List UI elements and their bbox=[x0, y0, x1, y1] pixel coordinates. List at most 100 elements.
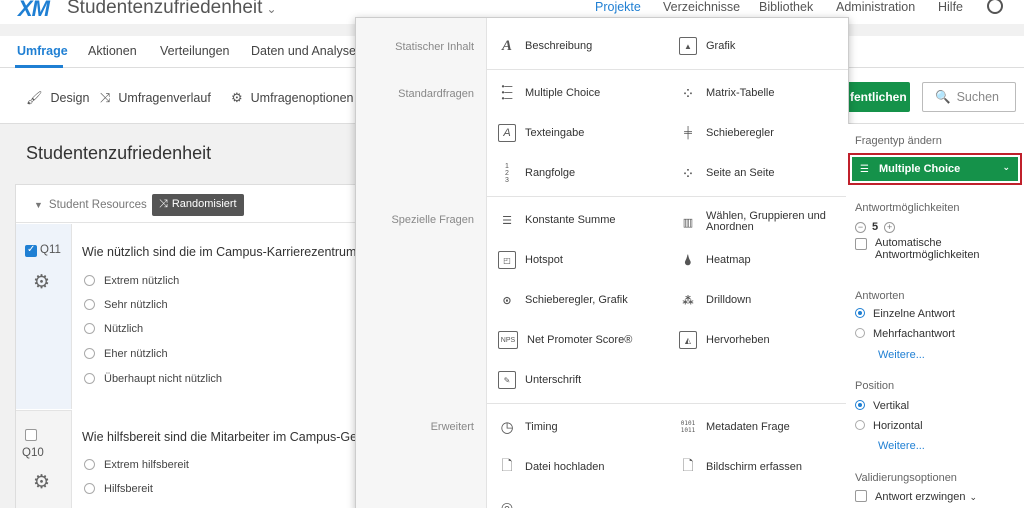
multiple-choice-icon: •— •— •— bbox=[501, 82, 513, 103]
horizontal-label: Horizontal bbox=[873, 420, 923, 432]
nav-projekte[interactable]: Projekte bbox=[595, 0, 641, 14]
menu-item-grafik[interactable]: ▲ Grafik bbox=[679, 37, 735, 55]
survey-history-button[interactable]: ⤨ Umfragenverlauf bbox=[100, 90, 211, 106]
signature-icon: ✎ bbox=[498, 371, 516, 389]
radio-button[interactable] bbox=[855, 328, 865, 338]
choice-item[interactable]: Überhaupt nicht nützlich bbox=[84, 373, 222, 385]
answer-count-stepper[interactable]: −5 + bbox=[855, 221, 896, 233]
auto-options-toggle[interactable]: Automatische Antwortmöglichkeiten bbox=[855, 237, 1015, 261]
auto-options-checkbox[interactable] bbox=[855, 238, 867, 250]
menu-item-label: Schieberegler bbox=[706, 127, 774, 139]
menu-item-timing[interactable]: ◷ Timing bbox=[498, 418, 557, 436]
question-type-value: Multiple Choice bbox=[878, 163, 961, 175]
multiple-answer-option[interactable]: Mehrfachantwort bbox=[855, 328, 955, 340]
gear-icon[interactable]: ⚙ bbox=[33, 271, 50, 294]
force-response-checkbox[interactable] bbox=[855, 490, 867, 502]
radio-button[interactable] bbox=[84, 299, 95, 310]
radio-button[interactable] bbox=[855, 308, 865, 318]
tab-aktionen[interactable]: Aktionen bbox=[88, 44, 137, 58]
xm-logo[interactable]: XM bbox=[18, 0, 50, 22]
metadata-icon: 0101 1011 bbox=[680, 420, 696, 434]
menu-item-heatmap[interactable]: 🌢 Heatmap bbox=[679, 251, 751, 269]
minus-icon[interactable]: − bbox=[855, 222, 866, 233]
menu-item-hotspot[interactable]: ◰ Hotspot bbox=[498, 251, 563, 269]
question-text[interactable]: Wie nützlich sind die im Campus-Karriere… bbox=[82, 245, 356, 259]
menu-item-schieberegler[interactable]: ╪ Schieberegler bbox=[679, 124, 774, 142]
design-button[interactable]: 🖌 Design bbox=[26, 90, 89, 106]
randomized-badge[interactable]: ⤨ Randomisiert bbox=[152, 194, 244, 216]
choice-item[interactable]: Extrem hilfsbereit bbox=[84, 459, 189, 471]
gear-icon[interactable]: ⚙ bbox=[33, 471, 50, 494]
text-a-icon: A bbox=[501, 37, 512, 54]
question-checkbox[interactable] bbox=[25, 429, 37, 441]
nps-icon: NPS bbox=[498, 331, 518, 349]
options-label: Umfragenoptionen bbox=[250, 91, 354, 105]
choice-item[interactable]: Eher nützlich bbox=[84, 348, 168, 360]
choice-label: Hilfsbereit bbox=[104, 483, 153, 495]
menu-item-label: Grafik bbox=[706, 40, 736, 52]
radio-button[interactable] bbox=[84, 275, 95, 286]
menu-item-konstante-summe[interactable]: ☰ Konstante Summe bbox=[498, 211, 615, 229]
menu-item-hervorheben[interactable]: ◭ Hervorheben bbox=[679, 331, 770, 349]
radio-button[interactable] bbox=[855, 420, 865, 430]
answer-count: 5 bbox=[872, 221, 879, 233]
nav-hilfe[interactable]: Hilfe bbox=[938, 0, 963, 14]
horizontal-option[interactable]: Horizontal bbox=[855, 420, 923, 432]
menu-item-nps[interactable]: NPS Net Promoter Score® bbox=[498, 331, 632, 349]
caret-down-icon: ▼ bbox=[34, 200, 43, 210]
tab-verteilungen[interactable]: Verteilungen bbox=[160, 44, 230, 58]
shuffle-icon: ⤨ bbox=[100, 90, 111, 105]
more-position-link[interactable]: Weitere... bbox=[878, 440, 925, 452]
plus-icon[interactable]: + bbox=[884, 222, 896, 233]
menu-item-datei-hochladen[interactable]: 🗋 Datei hochladen bbox=[498, 457, 604, 476]
menu-item-label: Texteingabe bbox=[525, 127, 585, 139]
tab-daten-analyse[interactable]: Daten und Analyse bbox=[251, 44, 356, 58]
menu-item-rangfolge[interactable]: 1 2 3 Rangfolge bbox=[498, 163, 575, 184]
block-name[interactable]: ▼ Student Resources bbox=[34, 199, 147, 211]
question-type-select[interactable]: ☰ Multiple Choice ⌄ bbox=[852, 157, 1018, 181]
radio-button[interactable] bbox=[84, 459, 95, 470]
menu-item-texteingabe[interactable]: A Texteingabe bbox=[498, 124, 584, 142]
choice-label: Überhaupt nicht nützlich bbox=[104, 373, 223, 385]
menu-item-drilldown[interactable]: ⁂ Drilldown bbox=[679, 291, 751, 309]
menu-item-waehlen-gruppieren[interactable]: ▥ Wählen, Gruppieren und Anordnen bbox=[679, 211, 831, 233]
user-avatar-icon[interactable] bbox=[987, 0, 1003, 14]
survey-options-button[interactable]: ⚙ Umfragenoptionen bbox=[231, 90, 354, 106]
menu-item-unterschrift[interactable]: ✎ Unterschrift bbox=[498, 371, 581, 389]
screen-capture-icon: 🗋 bbox=[682, 457, 694, 473]
menu-item-metadaten[interactable]: 0101 1011 Metadaten Frage bbox=[679, 418, 790, 436]
nav-administration[interactable]: Administration bbox=[836, 0, 915, 14]
single-answer-option[interactable]: Einzelne Antwort bbox=[855, 308, 955, 320]
force-response-option[interactable]: Antwort erzwingen ⌄ bbox=[855, 490, 977, 503]
menu-item-beschreibung[interactable]: A Beschreibung bbox=[498, 37, 592, 55]
question-checkbox[interactable] bbox=[25, 244, 37, 257]
radio-button[interactable] bbox=[84, 483, 95, 494]
menu-item-seite-an-seite[interactable]: ⁘ Seite an Seite bbox=[679, 164, 775, 182]
choice-item[interactable]: Nützlich bbox=[84, 323, 143, 335]
menu-item-label: Seite an Seite bbox=[706, 167, 775, 179]
menu-item-label: Hotspot bbox=[525, 254, 563, 266]
tab-umfrage[interactable]: Umfrage bbox=[17, 44, 68, 58]
radio-button[interactable] bbox=[84, 373, 95, 384]
menu-item-schieberegler-grafik[interactable]: ⊙ Schieberegler, Grafik bbox=[498, 291, 627, 309]
choice-item[interactable]: Hilfsbereit bbox=[84, 483, 153, 495]
menu-item-bildschirm-erfassen[interactable]: 🗋 Bildschirm erfassen bbox=[679, 457, 802, 476]
file-icon: 🗋 bbox=[501, 457, 513, 473]
menu-item-multiple-choice[interactable]: •— •— •— Multiple Choice bbox=[498, 82, 601, 103]
question-text[interactable]: Wie hilfsbereit sind die Mitarbeiter im … bbox=[82, 430, 357, 444]
search-button[interactable]: 🔍 Suchen bbox=[922, 82, 1016, 112]
choice-item[interactable]: Extrem nützlich bbox=[84, 275, 179, 287]
publish-button[interactable]: fentlichen bbox=[846, 82, 910, 112]
choice-item[interactable]: Sehr nützlich bbox=[84, 299, 168, 311]
design-label: Design bbox=[50, 91, 90, 105]
nav-verzeichnisse[interactable]: Verzeichnisse bbox=[663, 0, 740, 14]
radio-button[interactable] bbox=[855, 400, 865, 410]
radio-button[interactable] bbox=[84, 348, 95, 359]
vertical-option[interactable]: Vertikal bbox=[855, 400, 909, 412]
more-answers-link[interactable]: Weitere... bbox=[878, 349, 925, 361]
choice-label: Nützlich bbox=[104, 323, 144, 335]
project-title[interactable]: Studentenzufriedenheit ⌄ bbox=[67, 0, 277, 19]
nav-bibliothek[interactable]: Bibliothek bbox=[759, 0, 813, 14]
menu-item-matrix[interactable]: ⁘ Matrix-Tabelle bbox=[679, 84, 774, 102]
radio-button[interactable] bbox=[84, 323, 95, 334]
